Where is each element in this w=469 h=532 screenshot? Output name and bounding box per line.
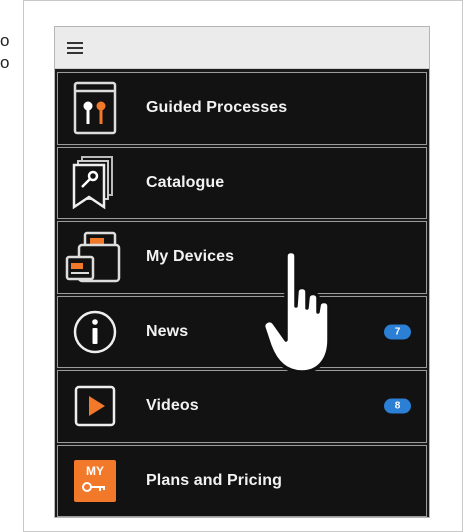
menu-item-guided-processes[interactable]: Guided Processes — [57, 72, 427, 145]
menu-item-label: My Devices — [146, 248, 235, 266]
left-fragment-line: o — [0, 31, 10, 50]
pointing-hand-icon — [262, 249, 331, 374]
my-key-icon: MY — [64, 450, 126, 512]
menu-item-catalogue[interactable]: Catalogue — [57, 146, 427, 219]
play-icon — [64, 375, 126, 437]
news-count-badge: 7 — [384, 324, 411, 340]
catalogue-icon — [64, 152, 126, 214]
menu-item-label: Videos — [146, 397, 199, 415]
videos-count-badge: 8 — [384, 398, 411, 414]
app-top-bar — [55, 27, 429, 69]
menu-item-videos[interactable]: Videos 8 — [57, 370, 427, 443]
menu-item-label: News — [146, 322, 189, 340]
hamburger-menu-icon[interactable] — [67, 41, 83, 54]
left-text-fragment: o o — [0, 30, 20, 74]
devices-icon — [64, 226, 126, 288]
main-menu: Guided Processes Catalogue My Devices Ne… — [55, 70, 429, 517]
app-screen: Guided Processes Catalogue My Devices Ne… — [54, 26, 430, 518]
menu-item-label: Catalogue — [146, 173, 225, 191]
guided-processes-icon — [64, 77, 126, 139]
menu-item-label: Plans and Pricing — [146, 471, 282, 489]
info-icon — [64, 301, 126, 363]
menu-item-my-devices[interactable]: My Devices — [57, 221, 427, 294]
menu-item-label: Guided Processes — [146, 99, 288, 117]
my-key-tile: MY — [74, 459, 116, 502]
left-fragment-line: o — [0, 53, 10, 72]
menu-item-plans-and-pricing[interactable]: MY Plans and Pricing — [57, 444, 427, 517]
menu-item-news[interactable]: News 7 — [57, 295, 427, 368]
